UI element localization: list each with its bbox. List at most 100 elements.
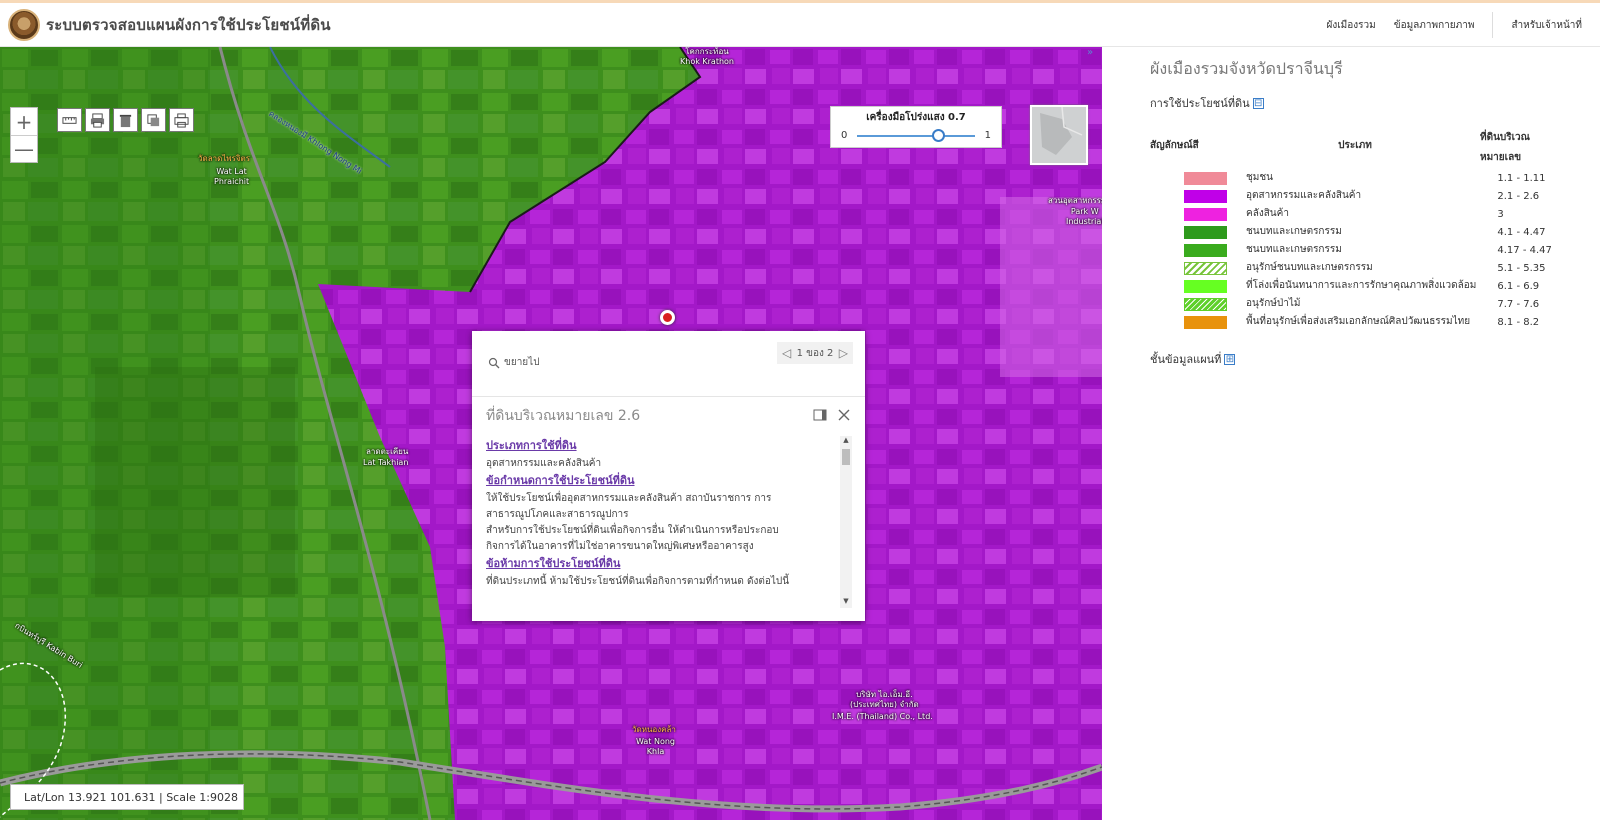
zoom-to-link[interactable]: ขยายไป — [488, 355, 540, 370]
regulation-line: ให้ใช้ประโยชน์เพื่ออุตสาหกรรมและคลังสินค… — [486, 493, 772, 504]
map-layers-toggle[interactable]: ชั้นข้อมูลแผนที่ ⊞ — [1150, 350, 1236, 368]
legend-sidebar: » ผังเมืองรวมจังหวัดปราจีนบุรี การใช้ประ… — [1087, 47, 1600, 820]
scroll-down-arrow-icon[interactable]: ▼ — [840, 597, 852, 608]
scroll-thumb[interactable] — [842, 449, 850, 465]
popup-scrollbar[interactable]: ▲ ▼ — [840, 436, 852, 608]
legend-swatch — [1184, 261, 1227, 275]
legend-type-name: อนุรักษ์ป่าไม้ — [1246, 298, 1301, 309]
legend-zone-number: 4.17 - 4.47 — [1497, 244, 1552, 256]
print-setup-button[interactable] — [85, 108, 110, 132]
legend-type-name: อุตสาหกรรมและคลังสินค้า — [1246, 190, 1362, 201]
opacity-tool: เครื่องมือโปร่งแสง 0.7 0 1 — [830, 106, 1002, 148]
map-view[interactable]: + — เครื่องมือโปร่งแสง 0.7 0 1 โคกกระท้อ… — [0, 47, 1102, 820]
measure-tool-button[interactable] — [57, 108, 82, 132]
expand-plus-icon[interactable]: ⊞ — [1224, 353, 1236, 365]
close-icon[interactable] — [837, 407, 851, 421]
nav-divider — [1492, 12, 1494, 38]
legend-row: พื้นที่อนุรักษ์เพื่อส่งเสริมเอกลักษณ์ศิล… — [1150, 314, 1570, 330]
collapse-minus-icon[interactable]: ⊟ — [1252, 97, 1264, 109]
legend-type-name: ที่โล่งเพื่อนันทนาการและการรักษาคุณภาพสิ… — [1246, 280, 1477, 291]
land-use-legend: สัญลักษณ์สี ประเภท ที่ดินบริเวณ หมายเลข … — [1150, 128, 1570, 330]
legend-header-symbol: สัญลักษณ์สี — [1150, 140, 1199, 151]
legend-type-name: ชนบทและเกษตรกรรม — [1246, 244, 1342, 255]
legend-type-name: คลังสินค้า — [1246, 208, 1289, 219]
map-label-wat-lat-en: Wat Lat Phraichit — [214, 167, 250, 186]
scroll-up-arrow-icon[interactable]: ▲ — [840, 436, 852, 447]
opacity-max-label: 1 — [984, 130, 991, 141]
legend-row: ที่โล่งเพื่อนันทนาการและการรักษาคุณภาพสิ… — [1150, 278, 1570, 294]
location-pin-icon[interactable] — [660, 310, 675, 325]
section-heading-land-use-type[interactable]: ประเภทการใช้ที่ดิน — [486, 439, 838, 453]
print-button[interactable] — [169, 108, 194, 132]
land-use-toggle-label: การใช้ประโยชน์ที่ดิน — [1150, 97, 1250, 110]
pager-prev-chevron-icon[interactable]: ◁ — [782, 346, 791, 360]
copy-button[interactable] — [141, 108, 166, 132]
opacity-min-label: 0 — [841, 130, 848, 141]
zoom-to-label: ขยายไป — [504, 357, 540, 368]
opacity-title: เครื่องมือโปร่งแสง 0.7 — [866, 112, 966, 123]
map-label-khok-krathon: โคกกระท้อน Khok Krathon — [680, 47, 734, 66]
legend-swatch — [1184, 207, 1227, 221]
regulation-line: สำหรับการใช้ประโยชน์ที่ดินเพื่อกิจการอื่… — [486, 525, 779, 536]
section-heading-prohibitions[interactable]: ข้อห้ามการใช้ประโยชน์ที่ดิน — [486, 557, 838, 571]
legend-swatch — [1184, 171, 1227, 185]
clear-button[interactable] — [113, 108, 138, 132]
section-heading-regulations[interactable]: ข้อกำหนดการใช้ประโยชน์ที่ดิน — [486, 474, 838, 488]
magnifier-icon — [488, 357, 500, 368]
legend-swatch — [1184, 315, 1227, 329]
app-header: ระบบตรวจสอบแผนผังการใช้ประโยชน์ที่ดิน ผั… — [0, 0, 1600, 47]
legend-type-name: พื้นที่อนุรักษ์เพื่อส่งเสริมเอกลักษณ์ศิล… — [1246, 316, 1471, 327]
opacity-slider-handle[interactable] — [932, 128, 946, 142]
legend-header: สัญลักษณ์สี ประเภท ที่ดินบริเวณ หมายเลข — [1150, 128, 1570, 168]
map-label-wat-nong-khla-en: Wat Nong Khla — [636, 737, 676, 756]
legend-swatch — [1184, 297, 1227, 311]
print-icon — [174, 112, 189, 128]
legend-swatch — [1184, 279, 1227, 293]
nav-staff[interactable]: สำหรับเจ้าหน้าที่ — [1511, 18, 1582, 33]
map-label-ime-th: บริษัท ไอ.เอ็ม.อี. (ประเทศไทย) จำกัด — [850, 690, 919, 709]
map-layers-toggle-label: ชั้นข้อมูลแผนที่ — [1150, 353, 1222, 366]
prohibition-line: ที่ดินประเภทนี้ ห้ามใช้ประโยชน์ที่ดินเพื… — [486, 576, 790, 587]
copy-icon — [147, 113, 160, 126]
map-toolbar — [57, 108, 194, 132]
department-logo — [8, 8, 40, 41]
zoom-in-button[interactable]: + — [11, 108, 37, 135]
popup-toolbar: ขยายไป ◁ 1 ของ 2 ▷ — [472, 331, 865, 397]
legend-swatch — [1184, 189, 1227, 203]
overview-map-image — [1032, 106, 1086, 163]
opacity-slider[interactable] — [857, 128, 975, 142]
legend-zone-number: 3 — [1497, 208, 1504, 220]
feature-popup: ขยายไป ◁ 1 ของ 2 ▷ ที่ดินบริเวณหมายเลข 2… — [472, 331, 865, 621]
popup-header: ที่ดินบริเวณหมายเลข 2.6 — [486, 405, 851, 429]
regulation-line: กิจการได้ในอาคารที่ไม่ใช่อาคารขนาดใหญ่พิ… — [486, 541, 754, 552]
land-use-toggle[interactable]: การใช้ประโยชน์ที่ดิน ⊟ — [1150, 94, 1264, 112]
legend-zone-number: 4.1 - 4.47 — [1497, 226, 1546, 238]
map-label-lat-takhian-th: ลาดตะเคียน — [366, 447, 409, 456]
printer-tool-icon — [90, 112, 105, 128]
legend-zone-number: 7.7 - 7.6 — [1497, 298, 1540, 310]
legend-row: อุตสาหกรรมและคลังสินค้า 2.1 - 2.6 — [1150, 188, 1570, 204]
nav-physical-data[interactable]: ข้อมูลภาพกายภาพ — [1394, 18, 1475, 33]
coordinates-scale-readout: Lat/Lon 13.921 101.631 | Scale 1:9028 — [10, 784, 244, 810]
popup-title: ที่ดินบริเวณหมายเลข 2.6 — [486, 408, 641, 424]
map-label-lat-takhian-en: Lat Takhian — [363, 458, 409, 467]
zoom-out-button[interactable]: — — [11, 135, 37, 162]
legend-row: อนุรักษ์ป่าไม้ 7.7 - 7.6 — [1150, 296, 1570, 312]
top-nav: ผังเมืองรวม ข้อมูลภาพกายภาพ สำหรับเจ้าหน… — [1309, 3, 1582, 47]
zoom-control: + — — [10, 107, 38, 163]
legend-row: คลังสินค้า 3 — [1150, 206, 1570, 222]
sidebar-title: ผังเมืองรวมจังหวัดปราจีนบุรี — [1150, 59, 1343, 78]
legend-header-type: ประเภท — [1338, 140, 1372, 151]
legend-type-name: ชนบทและเกษตรกรรม — [1246, 226, 1342, 237]
overview-map[interactable] — [1030, 105, 1088, 165]
legend-row: ชนบทและเกษตรกรรม 4.1 - 4.47 — [1150, 224, 1570, 240]
pager-next-chevron-icon[interactable]: ▷ — [839, 346, 848, 360]
nav-city-plan[interactable]: ผังเมืองรวม — [1327, 18, 1376, 33]
legend-zone-number: 1.1 - 1.11 — [1497, 172, 1546, 184]
map-label-ime-en: I.M.E. (Thailand) Co., Ltd. — [832, 712, 933, 721]
collapse-sidebar-icon[interactable]: » — [1087, 47, 1093, 58]
legend-swatch — [1184, 243, 1227, 257]
legend-zone-number: 8.1 - 8.2 — [1497, 316, 1540, 328]
app-title: ระบบตรวจสอบแผนผังการใช้ประโยชน์ที่ดิน — [46, 15, 331, 34]
dock-icon[interactable] — [813, 407, 827, 421]
